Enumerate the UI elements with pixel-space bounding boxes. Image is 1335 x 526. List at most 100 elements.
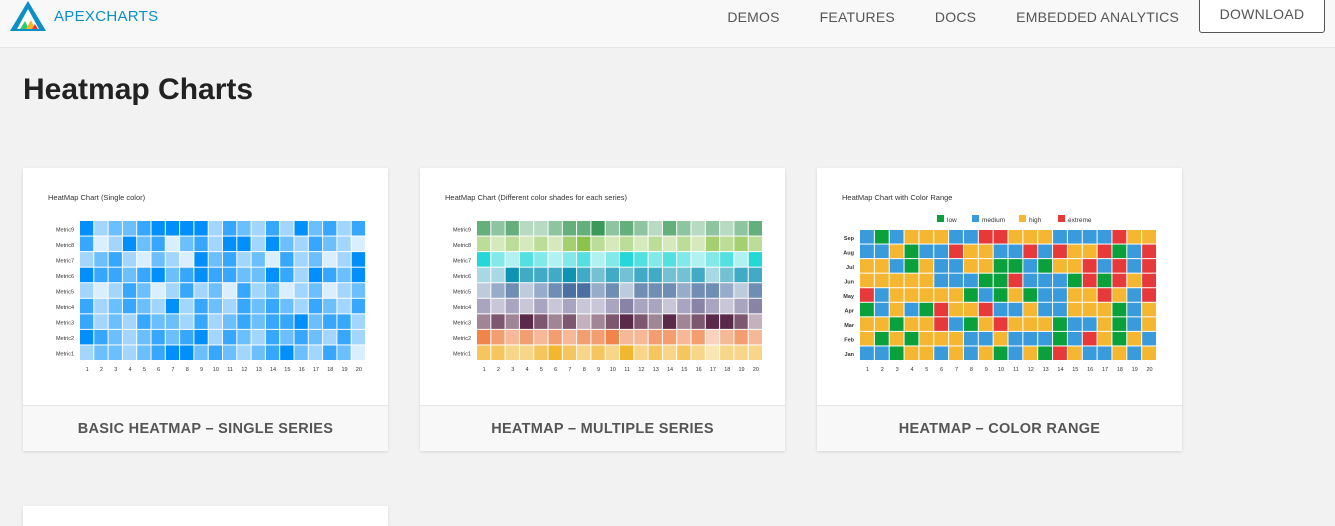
nav-embedded-analytics-link[interactable]: EMBEDDED ANALYTICS: [1016, 9, 1179, 25]
heatmap-cell: [648, 236, 662, 252]
x-tick-label: 14: [667, 367, 673, 373]
heatmap-cell: [734, 329, 748, 345]
heatmap-cell: [1082, 230, 1097, 244]
heatmap-cell: [80, 221, 94, 236]
heatmap-cell: [1097, 346, 1112, 360]
heatmap-cell: [889, 288, 904, 302]
heatmap-cell: [919, 259, 934, 273]
heatmap-cell: [351, 329, 365, 345]
heatmap-cell: [1127, 346, 1142, 360]
y-tick-label: Metric8: [56, 243, 74, 249]
heatmap-cell: [477, 345, 491, 360]
heatmap-cell: [734, 236, 748, 252]
heatmap-cell: [1142, 346, 1156, 360]
heatmap-cell: [477, 236, 491, 252]
y-tick-label: Metric1: [453, 352, 471, 358]
heatmap-cell: [734, 314, 748, 329]
heatmap-cell: [963, 273, 978, 288]
y-tick-label: Metric4: [56, 305, 74, 311]
heatmap-cell: [137, 298, 151, 314]
nav-demos-link[interactable]: DEMOS: [727, 9, 779, 25]
heatmap-cell: [949, 230, 963, 244]
heatmap-cell: [534, 298, 548, 314]
y-tick-label: Metric2: [56, 336, 74, 342]
heatmap-cell: [477, 329, 491, 345]
x-tick-label: 2: [881, 367, 884, 373]
heatmap-cell: [491, 314, 505, 329]
card-label[interactable]: BASIC HEATMAP – SINGLE SERIES: [23, 405, 388, 451]
heatmap-cell: [122, 236, 137, 252]
heatmap-cell: [934, 317, 949, 331]
heatmap-cell: [337, 345, 351, 360]
heatmap-cell: [949, 288, 963, 302]
heatmap-cell: [208, 314, 222, 329]
heatmap-cell: [904, 317, 919, 331]
heatmap-cell: [1067, 331, 1082, 346]
heatmap-cell: [1127, 244, 1142, 259]
brand-logo[interactable]: APEXCHARTS: [8, 0, 158, 36]
heatmap-cell: [1038, 346, 1053, 360]
x-tick-label: 19: [341, 367, 347, 373]
heatmap-cell: [648, 298, 662, 314]
x-tick-label: 17: [313, 367, 319, 373]
heatmap-cell: [80, 314, 94, 329]
x-tick-label: 13: [653, 367, 659, 373]
card-color-range-heatmap[interactable]: HeatMap Chart with Color Range low medium h…: [817, 168, 1182, 451]
heatmap-cell: [1127, 331, 1142, 346]
heatmap-cell: [94, 267, 108, 283]
heatmap-cell: [1053, 302, 1067, 317]
nav-links: DEMOS FEATURES DOCS EMBEDDED ANALYTICS: [687, 0, 1179, 34]
card-multiple-series-heatmap[interactable]: HeatMap Chart (Different color shades fo…: [420, 168, 785, 451]
heatmap-cell: [337, 283, 351, 298]
heatmap-cell: [280, 267, 294, 283]
nav-docs-link[interactable]: DOCS: [935, 9, 976, 25]
heatmap-cell: [1038, 302, 1053, 317]
x-tick-label: 19: [1132, 367, 1138, 373]
y-tick-label: Jun: [844, 279, 854, 285]
heatmap-cell: [562, 329, 577, 345]
download-button[interactable]: DOWNLOAD: [1199, 0, 1325, 33]
card-label[interactable]: HEATMAP – COLOR RANGE: [817, 405, 1182, 451]
heatmap-cell: [223, 329, 237, 345]
heatmap-cell: [705, 345, 720, 360]
card-basic-heatmap[interactable]: HeatMap Chart (Single color) Metric9 Metri…: [23, 168, 388, 451]
heatmap-cell: [620, 314, 634, 329]
heatmap-cell: [874, 302, 889, 317]
heatmap-cell: [978, 273, 993, 288]
heatmap-cell: [963, 230, 978, 244]
heatmap-cell: [1142, 302, 1156, 317]
card-thumbnail: HeatMap Chart (Different color shades fo…: [420, 168, 785, 405]
heatmap-cell: [208, 236, 222, 252]
x-tick-label: 15: [284, 367, 290, 373]
heatmap-cell: [223, 267, 237, 283]
heatmap-cell: [634, 314, 648, 329]
y-tick-label: Metric9: [453, 227, 471, 233]
heatmap-cell: [323, 329, 337, 345]
heatmap-cell: [1023, 230, 1038, 244]
heatmap-cell: [562, 252, 577, 267]
heatmap-cell: [519, 283, 534, 298]
heatmap-cell: [265, 298, 280, 314]
heatmap-cell: [337, 329, 351, 345]
heatmap-cell: [94, 236, 108, 252]
card-label[interactable]: HEATMAP – MULTIPLE SERIES: [420, 405, 785, 451]
heatmap-cell: [662, 298, 677, 314]
heatmap-cell: [993, 302, 1008, 317]
heatmap-cell: [351, 252, 365, 267]
heatmap-cell: [251, 267, 265, 283]
heatmap-cell: [151, 267, 165, 283]
heatmap-cell: [934, 346, 949, 360]
heatmap-cell: [605, 298, 619, 314]
x-tick-label: 4: [910, 367, 913, 373]
heatmap-cell: [548, 236, 562, 252]
card-partial-next[interactable]: [23, 506, 388, 526]
x-tick-label: 16: [1087, 367, 1093, 373]
x-tick-label: 1: [86, 367, 89, 373]
heatmap-cell: [1023, 331, 1038, 346]
heatmap-cell: [194, 298, 208, 314]
heatmap-cell: [165, 314, 180, 329]
x-tick-label: 1: [866, 367, 869, 373]
heatmap-cell: [108, 221, 122, 236]
heatmap-cell: [122, 283, 137, 298]
nav-features-link[interactable]: FEATURES: [820, 9, 895, 25]
